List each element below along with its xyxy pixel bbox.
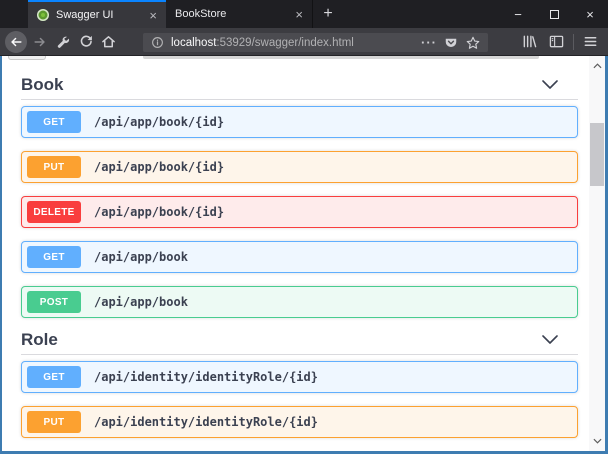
refresh-icon	[78, 34, 93, 49]
swagger-favicon-icon	[37, 9, 49, 21]
section-collapse-button[interactable]	[542, 80, 558, 89]
method-badge: DELETE	[27, 201, 81, 223]
nav-buttons	[0, 28, 120, 55]
url-path: :53929/swagger/index.html	[216, 37, 353, 49]
endpoint-row[interactable]: PUT/api/identity/identityRole/{id}	[21, 406, 578, 438]
page-actions-button[interactable]: ···	[421, 35, 437, 50]
chevron-down-icon	[542, 80, 558, 89]
toolbar-right	[516, 28, 604, 55]
site-info-button[interactable]	[151, 36, 164, 49]
endpoint-path: /api/app/book	[94, 295, 188, 309]
chevron-down-icon	[542, 335, 558, 344]
home-button[interactable]	[97, 28, 120, 56]
tab-close-icon[interactable]: ×	[149, 9, 157, 22]
info-icon	[151, 36, 164, 49]
method-badge: GET	[27, 366, 81, 388]
wrench-icon	[55, 34, 70, 49]
back-arrow-icon	[9, 35, 23, 49]
developer-tools-button[interactable]	[51, 28, 74, 56]
api-section: BookGET/api/app/book/{id}PUT/api/app/boo…	[21, 76, 578, 318]
endpoint-path: /api/app/book/{id}	[94, 160, 224, 174]
menu-button[interactable]	[577, 28, 604, 56]
url-host: localhost	[171, 37, 216, 49]
sidebar-icon	[549, 34, 564, 49]
endpoint-path: /api/identity/identityRole/{id}	[94, 370, 318, 384]
endpoint-path: /api/app/book/{id}	[94, 115, 224, 129]
chevron-down-icon	[593, 438, 602, 444]
endpoint-path: /api/app/book	[94, 250, 188, 264]
section-header[interactable]: Role	[21, 331, 578, 355]
browser-window: Swagger UI × BookStore × + − ×	[0, 0, 608, 454]
section-title: Book	[21, 75, 64, 95]
tab-swagger-ui[interactable]: Swagger UI ×	[28, 0, 166, 28]
tab-bookstore[interactable]: BookStore ×	[166, 0, 313, 28]
section-collapse-button[interactable]	[542, 335, 558, 344]
api-section: RoleGET/api/identity/identityRole/{id}PU…	[21, 331, 578, 438]
library-icon	[522, 34, 537, 49]
method-badge: PUT	[27, 411, 81, 433]
url-text: localhost:53929/swagger/index.html	[171, 37, 354, 49]
forward-button[interactable]	[28, 28, 51, 56]
pocket-icon	[444, 36, 458, 50]
endpoint-row[interactable]: POST/api/app/book	[21, 286, 578, 318]
tab-close-icon[interactable]: ×	[295, 8, 303, 21]
maximize-button[interactable]	[536, 0, 572, 28]
endpoint-row[interactable]: GET/api/app/book/{id}	[21, 106, 578, 138]
navigation-toolbar: localhost:53929/swagger/index.html ···	[0, 28, 608, 56]
tab-title: BookStore	[175, 8, 289, 20]
endpoint-path: /api/app/book/{id}	[94, 205, 224, 219]
home-icon	[101, 34, 116, 49]
titlebar-spacer	[0, 0, 28, 28]
minimize-button[interactable]: −	[500, 0, 536, 28]
star-icon	[466, 36, 480, 50]
method-badge: GET	[27, 111, 81, 133]
forward-arrow-icon	[33, 35, 47, 49]
url-bar[interactable]: localhost:53929/swagger/index.html ···	[143, 33, 488, 52]
scrollbar-thumb[interactable]	[590, 123, 604, 186]
new-tab-button[interactable]: +	[313, 0, 343, 28]
vertical-scrollbar[interactable]	[589, 56, 605, 451]
section-header[interactable]: Book	[21, 76, 578, 100]
reload-button[interactable]	[74, 28, 97, 56]
api-sections: BookGET/api/app/book/{id}PUT/api/app/boo…	[21, 56, 578, 451]
window-controls: − ×	[500, 0, 608, 28]
pocket-button[interactable]	[444, 36, 458, 50]
endpoint-row[interactable]: DELETE/api/app/book/{id}	[21, 196, 578, 228]
endpoint-row[interactable]: PUT/api/app/book/{id}	[21, 151, 578, 183]
tab-title: Swagger UI	[56, 9, 143, 21]
bookmark-button[interactable]	[466, 36, 480, 50]
endpoint-row[interactable]: GET/api/identity/identityRole/{id}	[21, 361, 578, 393]
endpoint-row[interactable]: GET/api/app/book	[21, 241, 578, 273]
library-button[interactable]	[516, 28, 543, 56]
close-button[interactable]: ×	[572, 0, 608, 28]
page-content: BookGET/api/app/book/{id}PUT/api/app/boo…	[0, 56, 608, 454]
sidebar-toggle-button[interactable]	[543, 28, 570, 56]
hamburger-icon	[583, 34, 598, 49]
scroll-up-button[interactable]	[589, 58, 605, 74]
scroll-down-button[interactable]	[589, 433, 605, 449]
method-badge: GET	[27, 246, 81, 268]
section-title: Role	[21, 330, 58, 350]
method-badge: POST	[27, 291, 81, 313]
tab-bar: Swagger UI × BookStore × + − ×	[0, 0, 608, 28]
chevron-up-icon	[593, 63, 602, 69]
toolbar-divider	[573, 34, 574, 50]
endpoint-path: /api/identity/identityRole/{id}	[94, 415, 318, 429]
back-button[interactable]	[5, 31, 27, 53]
urlbar-actions: ···	[421, 35, 488, 50]
method-badge: PUT	[27, 156, 81, 178]
maximize-icon	[550, 10, 559, 19]
